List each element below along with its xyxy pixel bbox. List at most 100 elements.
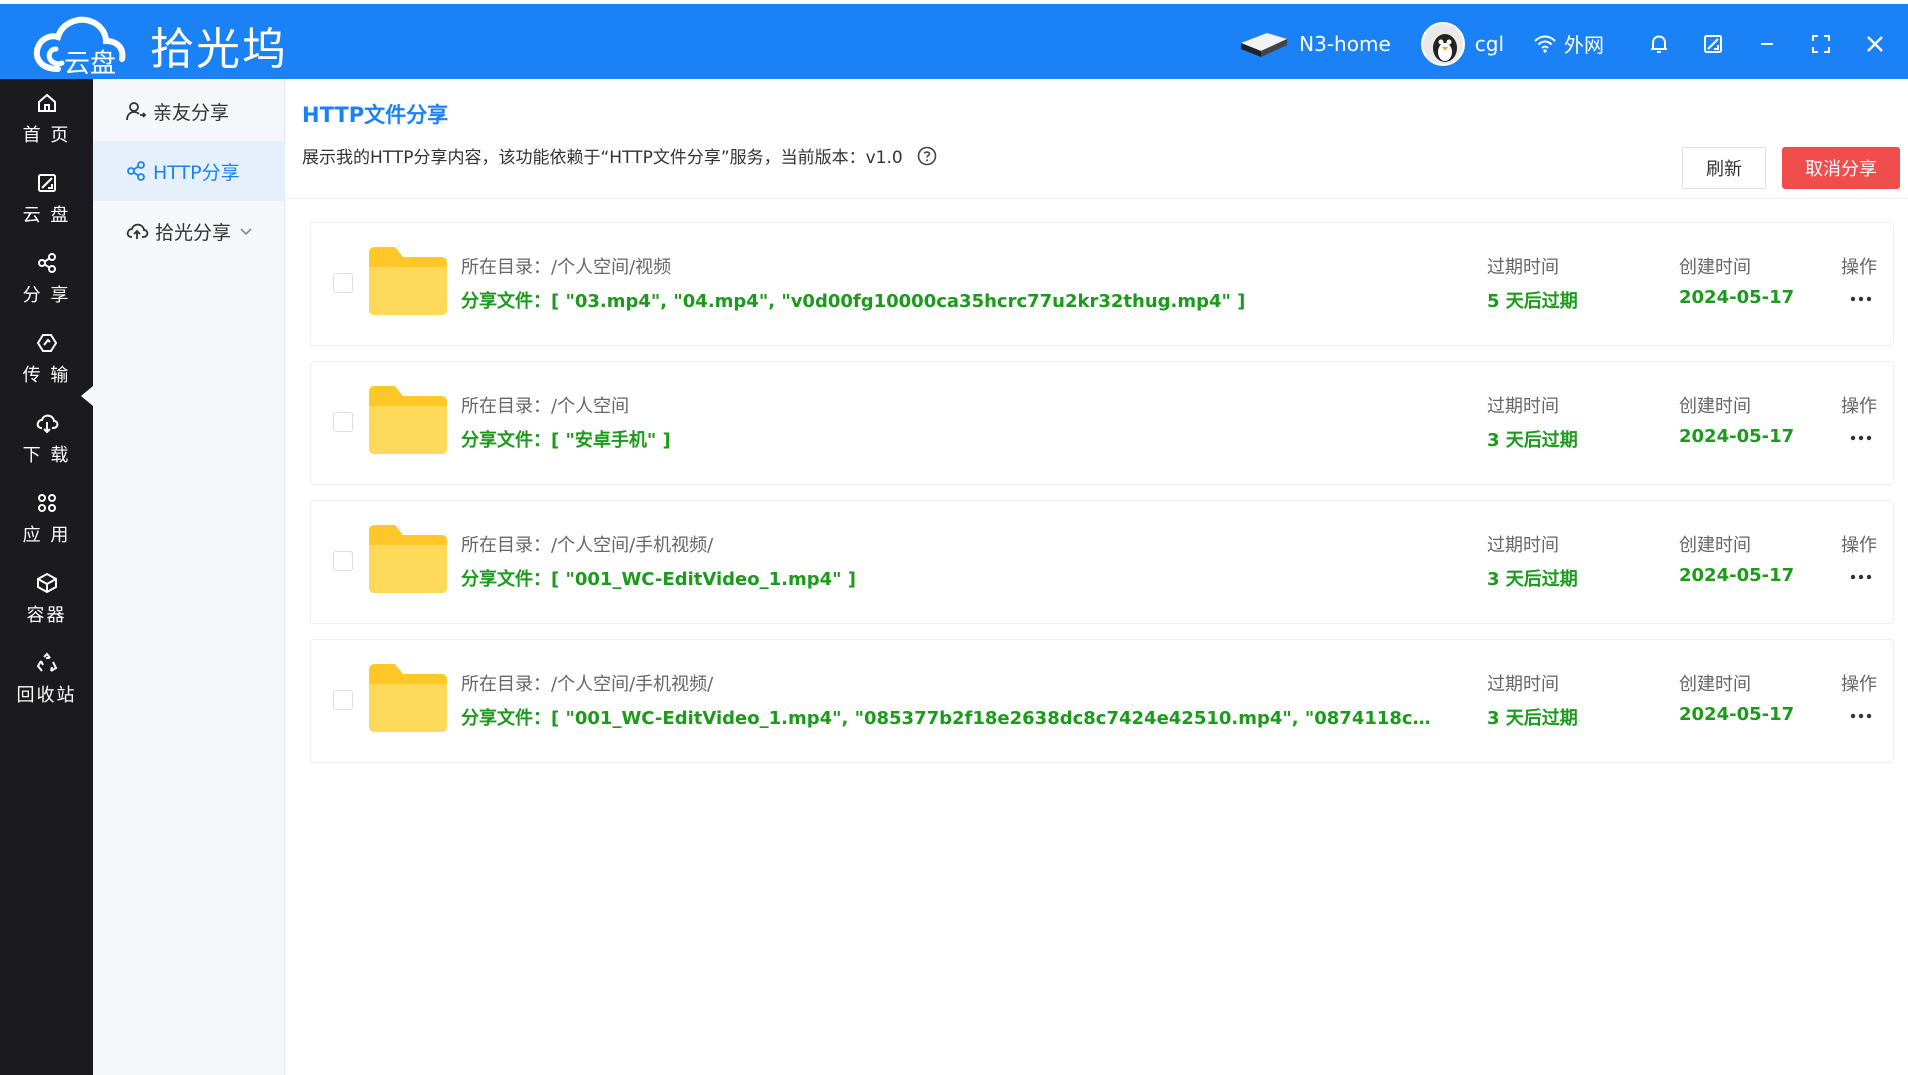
share-checkbox[interactable] (333, 690, 353, 710)
share-directory: 所在目录：/个人空间/视频 (461, 257, 672, 278)
refresh-button[interactable]: 刷新 (1682, 147, 1766, 189)
share-card: 所在目录：/个人空间 分享文件：[ "安卓手机" ] 过期时间 3 天后过期 创… (310, 361, 1894, 485)
share-checkbox[interactable] (333, 412, 353, 432)
rail-item-transfer[interactable]: 传 输 (0, 319, 93, 399)
user-menu[interactable]: cgl (1420, 4, 1504, 83)
notification-button[interactable] (1632, 4, 1686, 83)
cloud-share-icon (126, 223, 149, 239)
rail-item-download[interactable]: 下 载 (0, 399, 93, 479)
help-icon[interactable] (917, 146, 937, 166)
rail-item-recycle[interactable]: 回收站 (0, 639, 93, 719)
folder-icon (369, 525, 447, 593)
page-description: 展示我的HTTP分享内容，该功能依赖于“HTTP文件分享”服务，当前版本：v1.… (302, 143, 937, 168)
created-label: 创建时间 (1679, 535, 1751, 556)
active-indicator (81, 386, 93, 406)
description-text: 展示我的HTTP分享内容，该功能依赖于“HTTP文件分享”服务，当前版本：v1.… (302, 148, 903, 168)
created-label: 创建时间 (1679, 396, 1751, 417)
device-selector[interactable]: N3-home (1237, 4, 1391, 83)
share-card: 所在目录：/个人空间/手机视频/ 分享文件：[ "001_WC-EditVide… (310, 500, 1894, 624)
download-icon (35, 411, 59, 435)
cancel-share-button[interactable]: 取消分享 (1782, 147, 1900, 189)
share-files: 分享文件：[ "001_WC-EditVideo_1.mp4" ] (461, 569, 856, 590)
share-checkbox[interactable] (333, 273, 353, 293)
avatar (1420, 21, 1465, 66)
page-title: HTTP文件分享 (302, 103, 449, 127)
share-icon (35, 251, 59, 275)
folder-icon (369, 247, 447, 315)
subnav-item-shiguang-share[interactable]: 拾光分享 (93, 201, 285, 261)
created-value: 2024-05-17 (1679, 704, 1795, 725)
container-icon (35, 571, 59, 595)
operation-label: 操作 (1841, 257, 1877, 278)
rail-label: 下 载 (22, 445, 71, 466)
top-bar: 云盘 拾光坞 N3-home cgl 外网 (0, 0, 1908, 79)
rail-label: 回收站 (16, 685, 77, 706)
maximize-button[interactable] (1794, 4, 1848, 83)
close-button[interactable] (1848, 4, 1902, 83)
share-icon (127, 161, 145, 181)
share-subnav: 亲友分享 HTTP分享 拾光分享 (93, 79, 285, 1075)
more-actions-button[interactable] (1841, 565, 1881, 589)
network-status[interactable]: 外网 (1534, 4, 1604, 83)
minimize-button[interactable] (1740, 4, 1794, 83)
rail-label: 容器 (26, 605, 67, 626)
rail-label: 云 盘 (22, 205, 71, 226)
subnav-label: 拾光分享 (155, 221, 232, 244)
network-label: 外网 (1564, 33, 1604, 57)
operation-label: 操作 (1841, 674, 1877, 695)
created-label: 创建时间 (1679, 674, 1751, 695)
rail-item-disk[interactable]: 云 盘 (0, 159, 93, 239)
minimize-icon (1761, 42, 1773, 45)
wifi-icon (1534, 35, 1556, 53)
subnav-item-http-share[interactable]: HTTP分享 (93, 141, 285, 201)
more-icon (1850, 713, 1872, 719)
rail-label: 应 用 (22, 525, 71, 546)
expire-value: 3 天后过期 (1487, 708, 1578, 729)
rail-item-apps[interactable]: 应 用 (0, 479, 93, 559)
subnav-item-friends-share[interactable]: 亲友分享 (93, 81, 285, 141)
page-header: HTTP文件分享 展示我的HTTP分享内容，该功能依赖于“HTTP文件分享”服务… (286, 79, 1908, 199)
expire-label: 过期时间 (1487, 674, 1559, 695)
share-checkbox[interactable] (333, 551, 353, 571)
app-logo[interactable]: 云盘 拾光坞 (28, 10, 288, 80)
disk-icon (1704, 34, 1722, 53)
more-actions-button[interactable] (1841, 704, 1881, 728)
share-directory: 所在目录：/个人空间 (461, 396, 630, 417)
cloud-logo-icon: 云盘 (28, 13, 132, 79)
bell-icon (1651, 34, 1667, 53)
share-card: 所在目录：/个人空间/手机视频/ 分享文件：[ "001_WC-EditVide… (310, 639, 1894, 763)
fullscreen-icon (1812, 34, 1830, 53)
share-files: 分享文件：[ "安卓手机" ] (461, 430, 671, 451)
rail-label: 分 享 (22, 285, 71, 306)
expire-value: 3 天后过期 (1487, 430, 1578, 451)
expire-value: 3 天后过期 (1487, 569, 1578, 590)
folder-icon (369, 386, 447, 454)
created-value: 2024-05-17 (1679, 565, 1795, 586)
transfer-icon (35, 331, 59, 355)
expire-label: 过期时间 (1487, 535, 1559, 556)
share-card: 所在目录：/个人空间/视频 分享文件：[ "03.mp4", "04.mp4",… (310, 222, 1894, 346)
operation-label: 操作 (1841, 535, 1877, 556)
rail-label: 传 输 (22, 365, 71, 386)
rail-item-home[interactable]: 首 页 (0, 79, 93, 159)
share-directory: 所在目录：/个人空间/手机视频/ (461, 535, 714, 556)
rail-item-share[interactable]: 分 享 (0, 239, 93, 319)
more-icon (1850, 435, 1872, 441)
more-actions-button[interactable] (1841, 287, 1881, 311)
chevron-down-icon (240, 228, 252, 236)
task-button[interactable] (1686, 4, 1740, 83)
main-content: HTTP文件分享 展示我的HTTP分享内容，该功能依赖于“HTTP文件分享”服务… (286, 79, 1908, 1075)
recycle-icon (35, 651, 59, 675)
rail-label: 首 页 (22, 125, 71, 146)
rail-item-container[interactable]: 容器 (0, 559, 93, 639)
logo-small-text: 云盘 (64, 49, 117, 79)
created-value: 2024-05-17 (1679, 426, 1795, 447)
apps-icon (35, 491, 59, 515)
device-name: N3-home (1299, 31, 1391, 56)
app-name: 拾光坞 (150, 24, 288, 75)
operation-label: 操作 (1841, 396, 1877, 417)
nas-device-icon (1241, 32, 1288, 57)
user-name: cgl (1474, 31, 1504, 56)
more-icon (1850, 574, 1872, 580)
more-actions-button[interactable] (1841, 426, 1881, 450)
